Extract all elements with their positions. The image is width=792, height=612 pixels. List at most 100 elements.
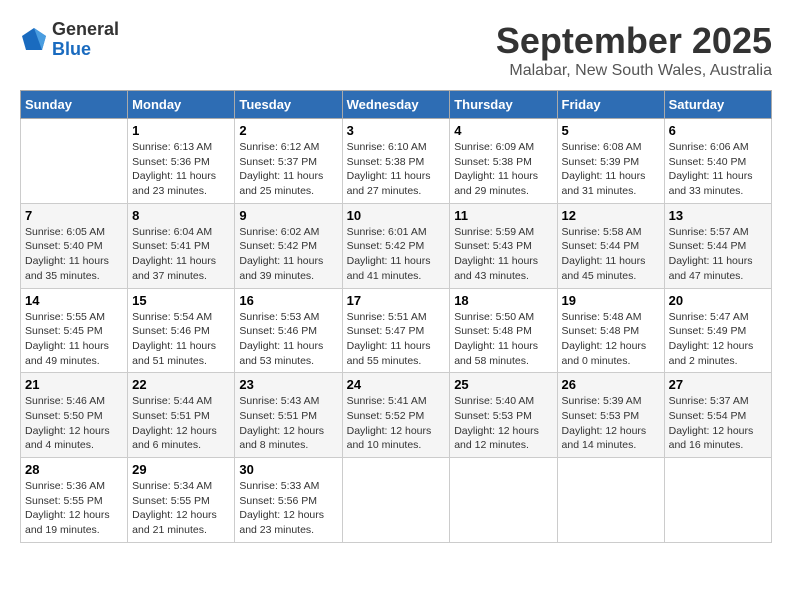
calendar-cell [450, 458, 557, 543]
calendar-cell: 20 Sunrise: 5:47 AM Sunset: 5:49 PM Dayli… [664, 288, 771, 373]
day-number: 20 [669, 293, 767, 308]
day-number: 11 [454, 208, 552, 223]
calendar-cell: 15 Sunrise: 5:54 AM Sunset: 5:46 PM Dayli… [128, 288, 235, 373]
title-block: September 2025 Malabar, New South Wales,… [496, 20, 772, 80]
day-info: Sunrise: 6:04 AM Sunset: 5:41 PM Dayligh… [132, 225, 230, 284]
calendar-cell: 22 Sunrise: 5:44 AM Sunset: 5:51 PM Dayli… [128, 373, 235, 458]
day-number: 24 [347, 377, 446, 392]
day-info: Sunrise: 5:33 AM Sunset: 5:56 PM Dayligh… [239, 479, 337, 538]
day-number: 28 [25, 462, 123, 477]
day-info: Sunrise: 5:43 AM Sunset: 5:51 PM Dayligh… [239, 394, 337, 453]
calendar-cell: 7 Sunrise: 6:05 AM Sunset: 5:40 PM Daylig… [21, 203, 128, 288]
calendar-cell [342, 458, 450, 543]
day-of-week-header: Monday [128, 91, 235, 119]
calendar-cell: 19 Sunrise: 5:48 AM Sunset: 5:48 PM Dayli… [557, 288, 664, 373]
calendar-table: SundayMondayTuesdayWednesdayThursdayFrid… [20, 90, 772, 543]
day-number: 30 [239, 462, 337, 477]
day-number: 7 [25, 208, 123, 223]
calendar-cell: 8 Sunrise: 6:04 AM Sunset: 5:41 PM Daylig… [128, 203, 235, 288]
logo-text: General Blue [52, 20, 119, 60]
calendar-cell: 27 Sunrise: 5:37 AM Sunset: 5:54 PM Dayli… [664, 373, 771, 458]
location: Malabar, New South Wales, Australia [496, 62, 772, 80]
calendar-week-row: 7 Sunrise: 6:05 AM Sunset: 5:40 PM Daylig… [21, 203, 772, 288]
day-number: 8 [132, 208, 230, 223]
day-info: Sunrise: 5:53 AM Sunset: 5:46 PM Dayligh… [239, 310, 337, 369]
day-info: Sunrise: 6:08 AM Sunset: 5:39 PM Dayligh… [562, 140, 660, 199]
day-number: 10 [347, 208, 446, 223]
day-number: 22 [132, 377, 230, 392]
calendar-week-row: 28 Sunrise: 5:36 AM Sunset: 5:55 PM Dayli… [21, 458, 772, 543]
day-number: 27 [669, 377, 767, 392]
calendar-cell: 21 Sunrise: 5:46 AM Sunset: 5:50 PM Dayli… [21, 373, 128, 458]
day-info: Sunrise: 5:39 AM Sunset: 5:53 PM Dayligh… [562, 394, 660, 453]
day-of-week-header: Saturday [664, 91, 771, 119]
day-info: Sunrise: 6:09 AM Sunset: 5:38 PM Dayligh… [454, 140, 552, 199]
day-number: 26 [562, 377, 660, 392]
day-number: 17 [347, 293, 446, 308]
calendar-header-row: SundayMondayTuesdayWednesdayThursdayFrid… [21, 91, 772, 119]
day-number: 18 [454, 293, 552, 308]
day-number: 4 [454, 123, 552, 138]
day-info: Sunrise: 5:47 AM Sunset: 5:49 PM Dayligh… [669, 310, 767, 369]
calendar-cell: 9 Sunrise: 6:02 AM Sunset: 5:42 PM Daylig… [235, 203, 342, 288]
day-info: Sunrise: 5:44 AM Sunset: 5:51 PM Dayligh… [132, 394, 230, 453]
day-of-week-header: Sunday [21, 91, 128, 119]
day-of-week-header: Wednesday [342, 91, 450, 119]
day-info: Sunrise: 5:41 AM Sunset: 5:52 PM Dayligh… [347, 394, 446, 453]
calendar-cell: 26 Sunrise: 5:39 AM Sunset: 5:53 PM Dayli… [557, 373, 664, 458]
day-number: 3 [347, 123, 446, 138]
calendar-cell: 6Sunrise: 6:06 AM Sunset: 5:40 PM Daylig… [664, 119, 771, 204]
day-info: Sunrise: 5:48 AM Sunset: 5:48 PM Dayligh… [562, 310, 660, 369]
day-number: 2 [239, 123, 337, 138]
day-info: Sunrise: 6:05 AM Sunset: 5:40 PM Dayligh… [25, 225, 123, 284]
calendar-cell: 2 Sunrise: 6:12 AM Sunset: 5:37 PM Daylig… [235, 119, 342, 204]
calendar-cell: 10 Sunrise: 6:01 AM Sunset: 5:42 PM Dayli… [342, 203, 450, 288]
calendar-cell: 23 Sunrise: 5:43 AM Sunset: 5:51 PM Dayli… [235, 373, 342, 458]
day-info: Sunrise: 6:13 AM Sunset: 5:36 PM Dayligh… [132, 140, 230, 199]
day-info: Sunrise: 5:55 AM Sunset: 5:45 PM Dayligh… [25, 310, 123, 369]
day-info: Sunrise: 5:51 AM Sunset: 5:47 PM Dayligh… [347, 310, 446, 369]
day-info: Sunrise: 5:50 AM Sunset: 5:48 PM Dayligh… [454, 310, 552, 369]
day-number: 6 [669, 123, 767, 138]
day-number: 16 [239, 293, 337, 308]
calendar-cell: 30 Sunrise: 5:33 AM Sunset: 5:56 PM Dayli… [235, 458, 342, 543]
day-number: 12 [562, 208, 660, 223]
calendar-cell: 11 Sunrise: 5:59 AM Sunset: 5:43 PM Dayli… [450, 203, 557, 288]
calendar-cell: 18 Sunrise: 5:50 AM Sunset: 5:48 PM Dayli… [450, 288, 557, 373]
day-number: 13 [669, 208, 767, 223]
day-info: Sunrise: 5:37 AM Sunset: 5:54 PM Dayligh… [669, 394, 767, 453]
day-number: 15 [132, 293, 230, 308]
calendar-cell: 16 Sunrise: 5:53 AM Sunset: 5:46 PM Dayli… [235, 288, 342, 373]
day-info: Sunrise: 6:01 AM Sunset: 5:42 PM Dayligh… [347, 225, 446, 284]
day-number: 9 [239, 208, 337, 223]
logo-icon [20, 26, 48, 54]
calendar-cell: 29Sunrise: 5:34 AM Sunset: 5:55 PM Dayli… [128, 458, 235, 543]
day-number: 21 [25, 377, 123, 392]
day-info: Sunrise: 5:59 AM Sunset: 5:43 PM Dayligh… [454, 225, 552, 284]
calendar-cell: 3Sunrise: 6:10 AM Sunset: 5:38 PM Daylig… [342, 119, 450, 204]
day-info: Sunrise: 6:12 AM Sunset: 5:37 PM Dayligh… [239, 140, 337, 199]
calendar-cell: 25Sunrise: 5:40 AM Sunset: 5:53 PM Dayli… [450, 373, 557, 458]
day-info: Sunrise: 5:36 AM Sunset: 5:55 PM Dayligh… [25, 479, 123, 538]
calendar-cell: 17 Sunrise: 5:51 AM Sunset: 5:47 PM Dayli… [342, 288, 450, 373]
calendar-cell: 4 Sunrise: 6:09 AM Sunset: 5:38 PM Daylig… [450, 119, 557, 204]
calendar-week-row: 21 Sunrise: 5:46 AM Sunset: 5:50 PM Dayli… [21, 373, 772, 458]
calendar-cell: 5 Sunrise: 6:08 AM Sunset: 5:39 PM Daylig… [557, 119, 664, 204]
day-number: 14 [25, 293, 123, 308]
calendar-cell: 28 Sunrise: 5:36 AM Sunset: 5:55 PM Dayli… [21, 458, 128, 543]
calendar-cell [21, 119, 128, 204]
calendar-cell: 1Sunrise: 6:13 AM Sunset: 5:36 PM Daylig… [128, 119, 235, 204]
day-number: 25 [454, 377, 552, 392]
day-of-week-header: Tuesday [235, 91, 342, 119]
day-number: 5 [562, 123, 660, 138]
day-number: 29 [132, 462, 230, 477]
calendar-cell [664, 458, 771, 543]
day-number: 23 [239, 377, 337, 392]
month-title: September 2025 [496, 20, 772, 62]
day-info: Sunrise: 5:54 AM Sunset: 5:46 PM Dayligh… [132, 310, 230, 369]
calendar-week-row: 14 Sunrise: 5:55 AM Sunset: 5:45 PM Dayli… [21, 288, 772, 373]
logo: General Blue [20, 20, 119, 60]
day-info: Sunrise: 5:46 AM Sunset: 5:50 PM Dayligh… [25, 394, 123, 453]
day-info: Sunrise: 6:02 AM Sunset: 5:42 PM Dayligh… [239, 225, 337, 284]
day-number: 19 [562, 293, 660, 308]
